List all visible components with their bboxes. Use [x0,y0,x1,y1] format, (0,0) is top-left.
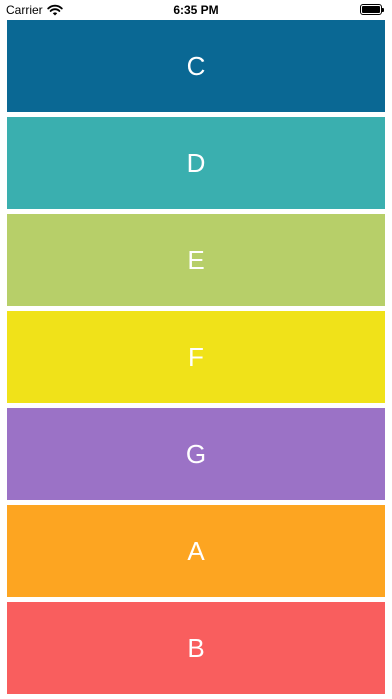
note-label: E [187,244,205,275]
note-button-e[interactable]: E [7,214,385,306]
note-button-c[interactable]: C [7,20,385,112]
note-label: F [188,341,204,372]
note-button-a[interactable]: A [7,505,385,597]
note-label: A [187,535,205,566]
note-label: G [185,438,207,469]
battery-icon [360,4,384,15]
note-button-b[interactable]: B [7,602,385,694]
note-label: D [186,147,206,178]
note-label: B [187,632,205,663]
note-button-g[interactable]: G [7,408,385,500]
note-list: C D E F G A B [7,20,385,699]
note-button-f[interactable]: F [7,311,385,403]
note-label: C [186,50,206,81]
status-bar: Carrier 6:35 PM [0,0,392,20]
status-time: 6:35 PM [173,3,219,17]
note-button-d[interactable]: D [7,117,385,209]
